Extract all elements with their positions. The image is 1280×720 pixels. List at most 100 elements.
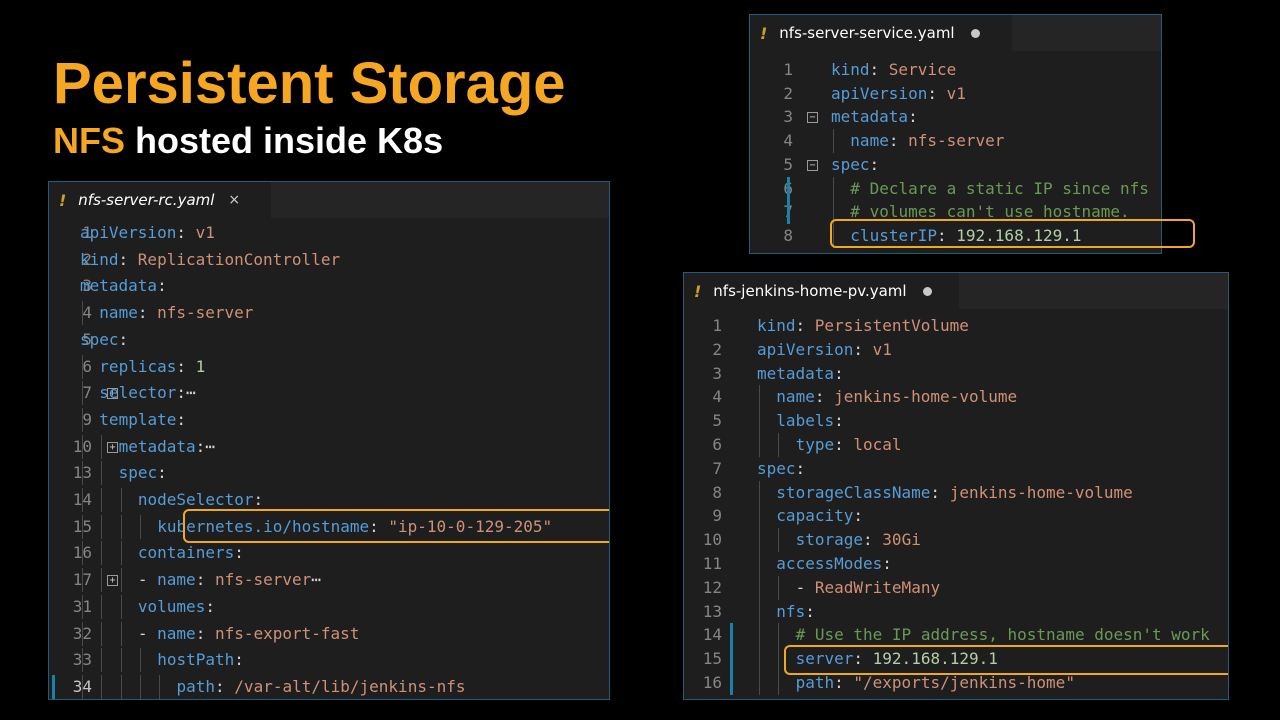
code-text[interactable]: volumes: [138, 595, 215, 619]
indent-guide [778, 671, 780, 695]
code-line[interactable]: 3 metadata: [49, 274, 609, 298]
code-text[interactable]: spec: [831, 153, 879, 177]
code-line[interactable]: 1 kind: PersistentVolume [684, 314, 1228, 338]
editor-nfs-server-service[interactable]: ! nfs-server-service.yaml 1 kind: Service… [749, 14, 1162, 254]
code-line[interactable]: 12 - ReadWriteMany [684, 575, 1228, 600]
code-line[interactable]: 11 accessModes: [684, 552, 1228, 576]
code-line[interactable]: 13 spec: [49, 461, 609, 486]
yaml-warning-icon: ! [59, 190, 67, 210]
line-number: 1 [712, 316, 722, 335]
code-line[interactable]: 33 hostPath: [49, 648, 609, 673]
line-number: 9 [82, 409, 92, 429]
code-line[interactable]: 5 − spec: [750, 153, 1161, 177]
indent-guide [82, 674, 83, 699]
code-line[interactable]: 2 apiVersion: v1 [684, 338, 1228, 362]
code-text[interactable]: selector:⋯ [99, 381, 195, 405]
indent-guide [759, 385, 760, 410]
code-line[interactable]: 17 + - name: nfs-server⋯ [49, 568, 609, 593]
fold-collapse-icon[interactable]: − [807, 159, 818, 171]
code-line[interactable]: 3 − metadata: [750, 105, 1161, 129]
code-text[interactable]: - name: nfs-server⋯ [138, 568, 321, 592]
code-line[interactable]: 34 path: /var-alt/lib/jenkins-nfs [49, 674, 609, 699]
code-text[interactable]: storageClassName: jenkins-home-volume [776, 481, 1132, 505]
code-line[interactable]: 32 - name: nfs-export-fast [49, 621, 609, 646]
code-line[interactable]: 4 name: nfs-server [49, 301, 609, 326]
code-line[interactable]: 5 spec: [49, 328, 609, 352]
code-text[interactable]: - name: nfs-export-fast [138, 622, 360, 646]
code-line[interactable]: 9 template: [49, 407, 609, 432]
code-line[interactable]: 16 containers: [49, 541, 609, 566]
code-text[interactable]: name: nfs-server [99, 301, 253, 325]
code-text[interactable]: apiVersion: v1 [757, 338, 892, 362]
tab-nfs-jenkins-home-pv[interactable]: ! nfs-jenkins-home-pv.yaml [684, 273, 959, 309]
code-text[interactable]: containers: [138, 541, 244, 565]
code-line[interactable]: 14 # Use the IP address, hostname doesn't… [684, 623, 1228, 648]
code-line[interactable]: 13 nfs: [684, 599, 1228, 624]
indent-guide [101, 648, 103, 673]
code-text[interactable]: metadata: [831, 105, 918, 129]
code-line[interactable]: 6 replicas: 1 [49, 354, 609, 379]
code-line[interactable]: 31 volumes: [49, 594, 609, 619]
code-text[interactable]: accessModes: [776, 552, 892, 576]
code-text[interactable]: replicas: 1 [99, 355, 205, 379]
editor-nfs-server-rc[interactable]: ! nfs-server-rc.yaml × 1 apiVersion: v1 2 k… [48, 181, 610, 700]
code-line[interactable]: 5 labels: [684, 409, 1228, 434]
code-text[interactable]: kind: PersistentVolume [757, 314, 969, 338]
code-text[interactable]: apiVersion: v1 [831, 82, 966, 106]
code-text[interactable]: kind: Service [831, 58, 956, 82]
code-text[interactable]: labels: [776, 409, 843, 433]
code-token: spec [80, 329, 119, 349]
code-line[interactable]: 2 kind: ReplicationController [49, 248, 609, 272]
code-text[interactable]: path: /var-alt/lib/jenkins-nfs [177, 675, 466, 699]
code-line[interactable]: 7 spec: [684, 457, 1228, 481]
code-line[interactable]: 4 name: nfs-server [750, 129, 1161, 154]
code-text[interactable]: spec: [119, 461, 167, 485]
code-line[interactable]: 2 apiVersion: v1 [750, 82, 1161, 106]
code-text[interactable]: # Declare a static IP since nfs [850, 177, 1149, 201]
code-token: storageClassName [776, 482, 931, 502]
code-text[interactable]: name: nfs-server [850, 129, 1004, 153]
fold-expand-icon[interactable]: + [107, 441, 118, 453]
code-line[interactable]: 9 capacity: [684, 504, 1228, 529]
code-text[interactable]: apiVersion: v1 [80, 221, 215, 245]
code-text[interactable]: name: jenkins-home-volume [776, 385, 1017, 409]
code-line[interactable]: 10 storage: 30Gi [684, 528, 1228, 553]
code-text[interactable]: nfs: [776, 600, 815, 624]
code-area[interactable]: 1 kind: PersistentVolume 2 apiVersion: v1 3 m… [684, 314, 1228, 699]
unsaved-dot-icon[interactable] [970, 28, 980, 38]
fold-expand-icon[interactable]: + [107, 575, 118, 587]
code-text[interactable]: kind: ReplicationController [80, 248, 340, 272]
fold-collapse-icon[interactable]: − [807, 112, 818, 124]
code-text[interactable]: type: local [796, 433, 902, 457]
code-text[interactable]: spec: [757, 457, 805, 481]
code-line[interactable]: 10 + metadata:⋯ [49, 434, 609, 459]
code-token: : [853, 339, 873, 359]
code-text[interactable]: # Use the IP address, hostname doesn't w… [796, 623, 1210, 647]
code-area[interactable]: 1 apiVersion: v1 2 kind: ReplicationControl… [49, 221, 609, 699]
unsaved-dot-icon[interactable] [922, 286, 932, 296]
code-text[interactable]: metadata:⋯ [119, 435, 215, 459]
code-text[interactable]: spec: [80, 328, 128, 352]
code-line[interactable]: 8 storageClassName: jenkins-home-volume [684, 480, 1228, 505]
code-text[interactable]: - ReadWriteMany [796, 576, 941, 600]
code-text[interactable]: storage: 30Gi [796, 528, 921, 552]
code-line[interactable]: 3 metadata: [684, 362, 1228, 386]
code-line[interactable]: 6 type: local [684, 433, 1228, 457]
tab-nfs-server-service[interactable]: ! nfs-server-service.yaml [750, 15, 1012, 51]
code-token: local [853, 435, 902, 454]
code-line[interactable]: 6# Declare a static IP since nfs [750, 176, 1161, 201]
code-line[interactable]: 1 kind: Service [750, 58, 1161, 82]
code-text[interactable]: hostPath: [157, 648, 244, 672]
code-text[interactable]: template: [99, 408, 186, 432]
tab-nfs-server-rc[interactable]: ! nfs-server-rc.yaml × [49, 182, 271, 218]
code-token: : [869, 154, 880, 174]
code-text[interactable]: capacity: [776, 504, 863, 528]
code-line[interactable]: 1 apiVersion: v1 [49, 221, 609, 245]
code-line[interactable]: 4 name: jenkins-home-volume [684, 385, 1228, 410]
code-text[interactable]: metadata: [757, 362, 844, 386]
editor-nfs-jenkins-home-pv[interactable]: ! nfs-jenkins-home-pv.yaml 1 kind: Persis… [683, 272, 1229, 700]
code-line[interactable]: 7 + selector:⋯ [49, 381, 609, 406]
close-icon[interactable]: × [228, 192, 240, 208]
code-text[interactable]: metadata: [80, 274, 167, 298]
line-number: 15 [72, 516, 92, 536]
